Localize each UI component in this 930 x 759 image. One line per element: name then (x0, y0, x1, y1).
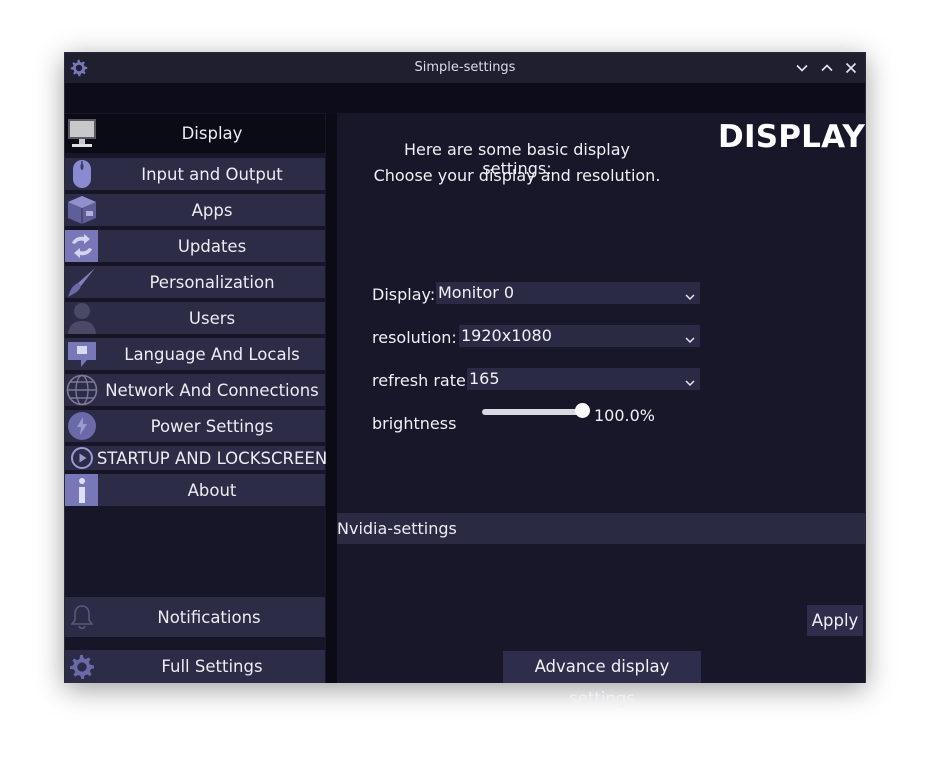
minimize-chevron-icon[interactable] (794, 60, 810, 76)
display-label: Display: (372, 285, 436, 304)
full-settings-label: Full Settings (161, 657, 263, 676)
sidebar-item-apps[interactable]: Apps (65, 194, 325, 226)
sidebar-item-about[interactable]: About (65, 474, 325, 506)
brightness-slider-handle[interactable] (574, 403, 590, 418)
sidebar-item-label: Power Settings (150, 416, 274, 436)
advance-display-settings-button[interactable]: Advance display settings (503, 651, 701, 708)
resolution-select-value: 1920x1080 (461, 326, 552, 345)
sidebar-item-label: Personalization (149, 272, 275, 292)
play-circle-icon (65, 446, 98, 470)
brightness-label: brightness (372, 414, 457, 433)
chevron-down-icon (684, 373, 696, 387)
notifications-label: Notifications (157, 607, 261, 627)
sidebar-item-language[interactable]: Language And Locals (65, 338, 325, 370)
sidebar-item-input-output[interactable]: Input and Output (65, 158, 325, 190)
info-icon (65, 474, 98, 506)
sidebar-item-label: Network And Connections (105, 380, 319, 400)
sidebar-item-label: Users (188, 308, 236, 328)
sidebar-item-network[interactable]: Network And Connections (65, 374, 325, 406)
refresh-icon (65, 230, 98, 262)
refresh-rate-select-value: 165 (469, 369, 500, 388)
sidebar: Display Input and Output Apps Updates Pe… (65, 113, 328, 683)
chevron-down-icon (684, 330, 696, 344)
close-icon[interactable] (843, 60, 859, 76)
sidebar-item-label: STARTUP AND LOCKSCREEN (96, 448, 328, 468)
divider (326, 113, 337, 683)
resolution-label: resolution: (372, 328, 457, 347)
notifications-button[interactable]: Notifications (65, 597, 325, 637)
brush-icon (65, 266, 98, 298)
sidebar-item-label: Apps (191, 200, 233, 220)
sidebar-item-updates[interactable]: Updates (65, 230, 325, 262)
sidebar-item-label: Input and Output (141, 164, 283, 184)
sidebar-item-display[interactable]: Display (65, 114, 325, 153)
intro-line-2: Choose your display and resolution. (373, 166, 661, 185)
refresh-rate-select[interactable]: 165 (467, 368, 700, 390)
power-icon (65, 410, 98, 442)
refresh-rate-label: refresh rate (372, 371, 466, 390)
globe-icon (65, 374, 98, 406)
display-panel: DISPLAY Here are some basic display sett… (337, 113, 865, 708)
maximize-chevron-icon[interactable] (819, 60, 835, 76)
window-title: Simple-settings (414, 60, 516, 75)
display-select-value: Monitor 0 (438, 283, 515, 302)
display-select[interactable]: Monitor 0 (436, 282, 700, 304)
brightness-value: 100.0% (594, 406, 656, 425)
mouse-icon (65, 158, 98, 190)
monitor-icon (65, 114, 98, 153)
chevron-down-icon (684, 287, 696, 301)
resolution-select[interactable]: 1920x1080 (459, 325, 700, 347)
package-icon (65, 194, 98, 226)
apply-button[interactable]: Apply (807, 605, 863, 636)
settings-window: Simple-settings Display Input and Output (64, 52, 866, 708)
chat-icon (65, 338, 98, 370)
toolbar-strip (65, 83, 865, 113)
sidebar-item-label: Display (181, 124, 243, 143)
title-bar[interactable]: Simple-settings (65, 53, 865, 83)
sidebar-item-startup[interactable]: STARTUP AND LOCKSCREEN (65, 446, 328, 470)
gear-icon (65, 650, 98, 683)
user-icon (65, 302, 98, 334)
sidebar-item-users[interactable]: Users (65, 302, 325, 334)
sidebar-item-label: About (187, 480, 237, 500)
sidebar-item-label: Language And Locals (124, 344, 300, 364)
nvidia-settings-section[interactable]: Nvidia-settings (337, 513, 865, 544)
sidebar-item-power[interactable]: Power Settings (65, 410, 325, 442)
sidebar-item-label: Updates (177, 236, 247, 256)
page-title: DISPLAY (718, 119, 865, 155)
sidebar-item-personalization[interactable]: Personalization (65, 266, 325, 298)
brightness-slider-track[interactable] (482, 409, 582, 415)
full-settings-button[interactable]: Full Settings (65, 650, 325, 683)
